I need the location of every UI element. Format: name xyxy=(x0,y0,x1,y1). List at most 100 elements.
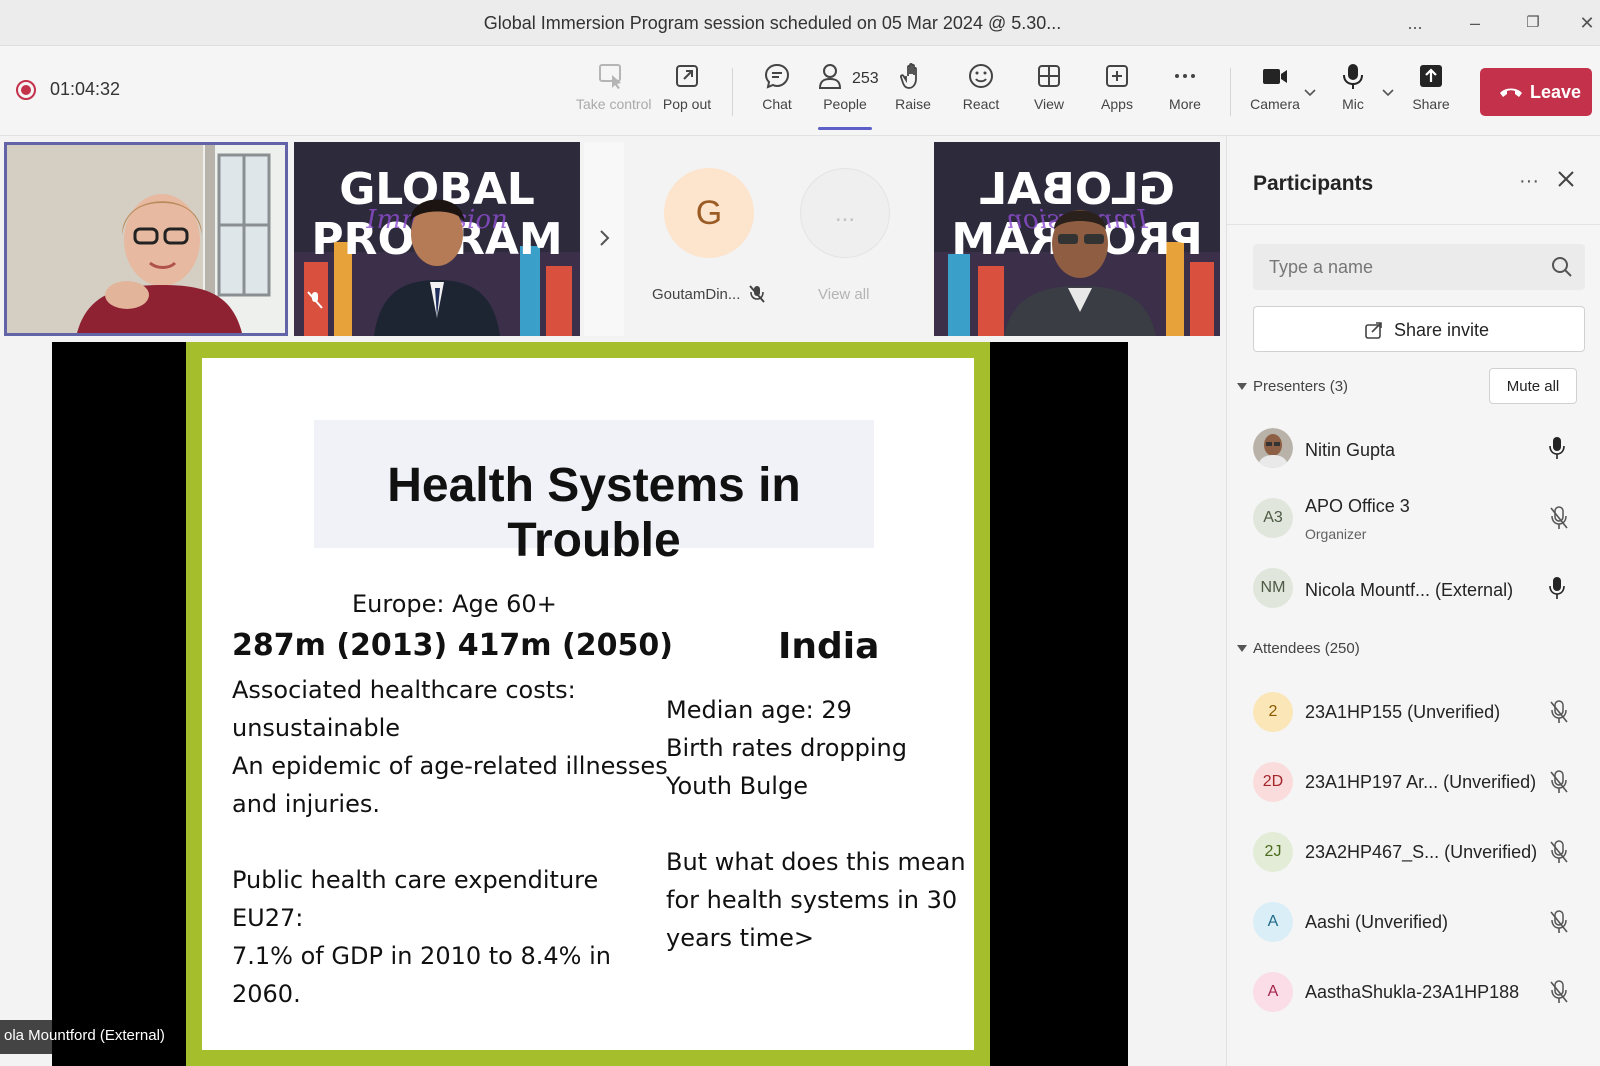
people-count: 253 xyxy=(852,70,879,87)
react-button[interactable]: React xyxy=(946,60,1016,124)
apps-button[interactable]: Apps xyxy=(1082,60,1152,124)
muted-mic-icon[interactable] xyxy=(1549,910,1569,934)
muted-mic-icon[interactable] xyxy=(1549,700,1569,724)
camera-icon xyxy=(1263,69,1287,84)
presenters-heading: Presenters (3) xyxy=(1253,378,1349,395)
avatar: 2D xyxy=(1253,762,1293,802)
recording-timer: 01:04:32 xyxy=(50,79,121,99)
add-apps-icon xyxy=(1106,65,1128,87)
view-all-label[interactable]: View all xyxy=(818,286,869,303)
slide-right-line: Youth Bulge xyxy=(666,772,808,800)
slide-right-line: But what does this mean xyxy=(666,848,966,876)
muted-mic-icon xyxy=(749,285,765,303)
restore-button[interactable]: ❐ xyxy=(1518,10,1548,36)
attendees-section-toggle[interactable]: Attendees (250) xyxy=(1237,640,1360,657)
avatar xyxy=(1253,428,1293,468)
raise-hand-icon xyxy=(900,62,917,89)
slide-title: Health Systems in Trouble xyxy=(387,459,801,567)
people-button[interactable]: 253 People xyxy=(810,60,880,130)
video-tile-presenter-nicola[interactable] xyxy=(4,142,288,336)
share-invite-button[interactable]: Share invite xyxy=(1253,306,1585,352)
take-control-button[interactable]: Take control xyxy=(576,60,651,124)
shared-screen: Health Systems in Trouble Europe: Age 60… xyxy=(52,342,1128,1066)
share-label: Share xyxy=(1412,96,1450,112)
participant-name: Nitin Gupta xyxy=(1305,440,1396,460)
participants-more-button[interactable]: ··· xyxy=(1519,170,1539,193)
avatar: A3 xyxy=(1253,498,1293,538)
toolbar-divider xyxy=(1230,68,1231,116)
participant-name: 23A1HP155 (Unverified) xyxy=(1305,702,1501,722)
leave-button[interactable]: Leave xyxy=(1480,68,1592,116)
participant-row-apo-office-3[interactable]: A3 APO Office 3 Organizer xyxy=(1227,490,1600,550)
participant-row-attendee[interactable]: A AasthaShukla-23A1HP188 xyxy=(1227,964,1600,1024)
muted-mic-icon xyxy=(307,291,323,309)
camera-options-chevron-icon[interactable] xyxy=(1302,84,1318,100)
participant-row-attendee[interactable]: 2 23A1HP155 (Unverified) xyxy=(1227,684,1600,744)
window-more-button[interactable]: ... xyxy=(1400,10,1430,36)
raise-hand-button[interactable]: Raise xyxy=(878,60,948,124)
participant-avatar-goutam[interactable]: G xyxy=(664,168,754,258)
collapse-triangle-icon xyxy=(1237,645,1247,652)
people-icon xyxy=(818,64,842,89)
mic-options-chevron-icon[interactable] xyxy=(1380,84,1396,100)
presenter-name-label: ola Mountford (External) xyxy=(0,1020,175,1054)
video-tile-student[interactable]: GLOBAL PROGRAM Immersion xyxy=(294,142,580,336)
view-all-participants-button[interactable]: ... xyxy=(800,168,890,258)
slide-europe-heading: Europe: Age 60+ xyxy=(352,590,557,618)
microphone-icon[interactable] xyxy=(1549,576,1565,600)
slide-right-line: years time> xyxy=(666,924,815,952)
mic-button[interactable]: Mic xyxy=(1318,60,1388,124)
smiley-icon xyxy=(969,64,993,88)
participant-row-nicola-mountford[interactable]: NM Nicola Mountf... (External) xyxy=(1227,560,1600,620)
slide-left-line: EU27: xyxy=(232,904,304,932)
participant-row-attendee[interactable]: A Aashi (Unverified) xyxy=(1227,894,1600,954)
participant-name: 23A2HP467_S... (Unverified) xyxy=(1305,842,1538,862)
video-tile-host[interactable]: GLOBAL PROGRAM Immersion xyxy=(934,142,1220,336)
raise-label: Raise xyxy=(895,96,931,112)
slide-left-line: 7.1% of GDP in 2010 to 8.4% in xyxy=(232,942,611,970)
participant-row-attendee[interactable]: 2D 23A1HP197 Ar... (Unverified) xyxy=(1227,754,1600,814)
muted-mic-icon[interactable] xyxy=(1549,770,1569,794)
pop-out-button[interactable]: Pop out xyxy=(652,60,722,124)
participant-search-input[interactable] xyxy=(1253,244,1585,290)
close-icon[interactable] xyxy=(1557,170,1575,188)
muted-mic-icon[interactable] xyxy=(1549,980,1569,1004)
attendees-heading: Attendees (250) xyxy=(1253,640,1360,657)
participant-name-goutam: GoutamDin... xyxy=(652,286,741,303)
hang-up-icon xyxy=(1500,88,1522,97)
chat-button[interactable]: Chat xyxy=(742,60,812,124)
participants-title: Participants xyxy=(1253,172,1374,195)
window-title: Global Immersion Program session schedul… xyxy=(483,13,1062,33)
grid-view-icon xyxy=(1038,65,1060,87)
pop-out-icon xyxy=(676,65,698,87)
more-label: More xyxy=(1169,96,1201,112)
toolbar-divider xyxy=(732,68,733,116)
share-button[interactable]: Share xyxy=(1396,60,1466,124)
mute-all-button[interactable]: Mute all xyxy=(1489,368,1577,404)
video-strip-next-button[interactable] xyxy=(584,142,624,336)
participant-name: AasthaShukla-23A1HP188 xyxy=(1305,982,1520,1002)
presenters-section-toggle[interactable]: Presenters (3) xyxy=(1237,378,1348,395)
muted-mic-icon[interactable] xyxy=(1549,506,1569,530)
participant-video-woman xyxy=(7,145,285,333)
pop-out-label: Pop out xyxy=(662,96,712,112)
camera-button[interactable]: Camera xyxy=(1240,60,1310,124)
muted-mic-icon[interactable] xyxy=(1549,840,1569,864)
slide-left-line: An epidemic of age-related illnesses xyxy=(232,752,668,780)
slide-right-line: Median age: 29 xyxy=(666,696,852,724)
more-actions-button[interactable]: More xyxy=(1150,60,1220,124)
participant-name: Nicola Mountf... (External) xyxy=(1305,580,1514,600)
microphone-icon[interactable] xyxy=(1549,436,1565,460)
participant-video-global-program-mirrored: GLOBAL PROGRAM Immersion xyxy=(934,142,1220,336)
slide-left-line: Public health care expenditure xyxy=(232,866,599,894)
participant-name: Aashi (Unverified) xyxy=(1305,912,1449,932)
close-window-button[interactable]: ✕ xyxy=(1572,10,1600,36)
slide-left-line: 2060. xyxy=(232,980,301,1008)
slide-frame: Health Systems in Trouble Europe: Age 60… xyxy=(186,342,990,1066)
chat-label: Chat xyxy=(762,96,792,112)
participant-row-attendee[interactable]: 2J 23A2HP467_S... (Unverified) xyxy=(1227,824,1600,884)
apps-label: Apps xyxy=(1101,96,1133,112)
participant-row-nitin-gupta[interactable]: Nitin Gupta xyxy=(1227,420,1600,480)
view-button[interactable]: View xyxy=(1014,60,1084,124)
minimize-button[interactable]: – xyxy=(1460,10,1490,36)
